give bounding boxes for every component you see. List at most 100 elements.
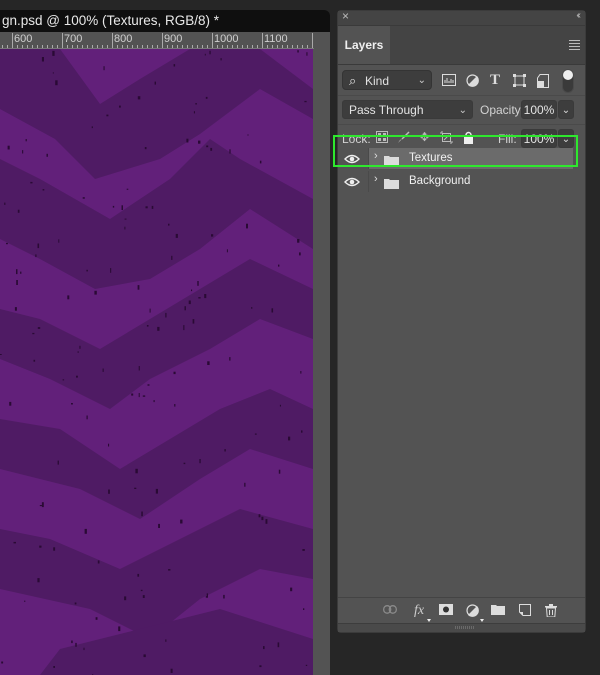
ruler-tick [162,33,163,48]
ruler-tick [2,45,3,48]
new-group-folder-icon[interactable] [491,604,505,617]
ruler-tick [97,45,98,48]
ruler-tick [47,45,48,48]
texture-speck [207,361,210,365]
type-filter-icon[interactable]: T [488,73,502,88]
layers-panel: × ‹‹ Layers ⌕ Kind ⌄ T Pass Through ⌄ Op… [337,9,586,633]
panel-tabbar: Layers [338,26,585,65]
close-icon[interactable]: × [342,9,349,23]
texture-speck [4,202,6,205]
layer-name[interactable]: Textures [409,152,452,164]
lock-position-icon[interactable]: ✥ [418,131,431,144]
texture-speck [254,433,257,435]
ruler-tick [177,45,178,48]
ruler-tick [7,45,8,48]
tab-layers[interactable]: Layers [338,26,390,64]
texture-speck [259,160,262,164]
shape-filter-icon[interactable] [512,74,526,87]
layer-content[interactable]: › Background [368,171,573,192]
texture-speck [71,640,73,644]
ruler-tick [102,45,103,48]
texture-speck [210,147,213,151]
texture-speck [258,514,261,518]
ruler-tick [202,45,203,48]
ruler-tick [137,45,138,48]
document-tab[interactable]: gn.psd @ 100% (Textures, RGB/8) * [0,10,330,32]
collapse-icon[interactable]: ‹‹ [576,10,580,21]
lock-label: Lock: [342,132,371,146]
lock-all-icon[interactable] [462,131,475,144]
texture-speck [244,482,246,487]
lock-image-pixels-icon[interactable] [397,131,410,144]
adjustment-filter-icon[interactable] [465,74,479,87]
texture-speck [278,264,280,267]
ruler-label: 700 [64,33,83,45]
image-filter-icon[interactable] [442,74,456,87]
texture-speck [53,666,55,668]
texture-speck [175,233,178,238]
ruler-tick [147,45,148,48]
texture-speck [142,395,146,397]
expand-chevron-icon[interactable]: › [374,173,378,185]
delete-layer-icon[interactable] [544,604,558,618]
chevron-down-icon: ⌄ [458,105,467,116]
texture-speck [134,487,137,489]
lock-artboard-icon[interactable] [440,131,453,144]
texture-speck [251,307,253,309]
texture-speck [32,332,35,335]
fill-input[interactable]: 100% [521,129,557,148]
ruler-tick [267,45,268,48]
texture-speck [220,58,222,61]
new-adjustment-layer-icon[interactable] [465,604,484,622]
layer-row-background[interactable]: › Background [338,170,585,193]
texture-speck [199,459,201,464]
panel-resize-handle[interactable] [338,623,585,632]
fill-dropdown[interactable]: ⌄ [558,129,574,148]
texture-speck [22,150,24,154]
opacity-input[interactable]: 100% [521,100,557,119]
panel-menu-icon[interactable] [569,40,580,52]
blend-mode-select[interactable]: Pass Through ⌄ [342,100,473,119]
opacity-dropdown[interactable]: ⌄ [558,100,574,119]
visibility-eye-icon[interactable] [344,175,360,187]
add-mask-icon[interactable] [439,604,453,617]
texture-speck [75,642,77,647]
texture-speck [102,368,104,372]
texture-speck [39,505,43,507]
document-canvas[interactable] [0,49,313,675]
layer-name[interactable]: Background [409,175,470,187]
texture-speck [204,53,206,56]
layer-style-fx-icon[interactable]: fx [412,604,431,622]
filter-toggle[interactable] [562,69,574,93]
panel-footer: fx [338,597,585,623]
panel-header: × ‹‹ [338,9,585,26]
visibility-eye-icon[interactable] [344,152,360,164]
lock-transparent-pixels-icon[interactable] [375,131,388,144]
texture-speck [131,393,134,396]
layer-content[interactable]: › Textures [368,148,573,169]
filter-kind-select[interactable]: ⌕ Kind ⌄ [342,70,432,90]
texture-speck [259,665,262,668]
horizontal-ruler[interactable]: 600 700 800 900 1000 1100 [0,32,314,49]
link-layers-icon[interactable] [383,604,397,617]
texture-speck [155,488,158,494]
folder-icon [384,176,399,189]
expand-chevron-icon[interactable]: › [374,150,378,162]
layer-row-textures[interactable]: › Textures [338,147,585,170]
texture-speck [198,297,201,299]
texture-speck [290,587,293,592]
texture-speck [76,375,78,378]
texture-speck [263,646,265,650]
ruler-tick [37,45,38,48]
ruler-tick [57,45,58,48]
ruler-tick [252,45,253,48]
ruler-tick [152,45,153,48]
texture-speck [171,255,173,260]
texture-speck [16,269,18,275]
ruler-tick [62,33,63,48]
texture-speck [303,608,305,610]
smart-object-filter-icon[interactable] [536,74,550,88]
filter-kind-label: Kind [365,74,390,88]
texture-speck [302,549,305,551]
new-layer-icon[interactable] [518,604,532,617]
